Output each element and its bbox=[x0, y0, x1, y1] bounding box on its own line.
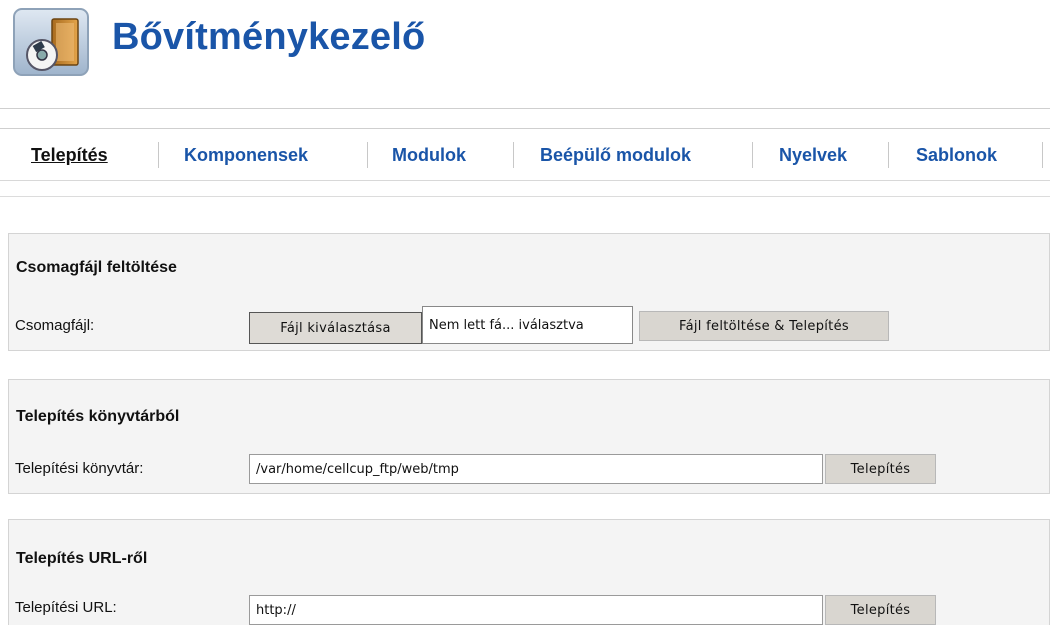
extension-manager-icon bbox=[12, 7, 90, 77]
tab-separator bbox=[158, 142, 159, 168]
tab-separator bbox=[1042, 142, 1043, 168]
page-title: Bővítménykezelő bbox=[112, 16, 426, 58]
header-divider bbox=[0, 108, 1050, 109]
upload-package-panel: Csomagfájl feltöltése Csomagfájl: Fájl k… bbox=[8, 233, 1050, 351]
selected-file-status: Nem lett fá... iválasztva bbox=[422, 306, 633, 344]
tabs-top-divider bbox=[0, 128, 1050, 129]
directory-panel-title: Telepítés könyvtárból bbox=[16, 408, 180, 425]
install-directory-button[interactable]: Telepítés bbox=[825, 454, 936, 484]
package-file-label: Csomagfájl: bbox=[15, 317, 95, 334]
tab-templates[interactable]: Sablonok bbox=[916, 145, 997, 166]
tabs-bottom-divider bbox=[0, 180, 1050, 181]
install-url-button[interactable]: Telepítés bbox=[825, 595, 936, 625]
url-panel-title: Telepítés URL-ről bbox=[16, 550, 148, 567]
upload-install-button[interactable]: Fájl feltöltése & Telepítés bbox=[639, 311, 889, 341]
install-url-panel: Telepítés URL-ről Telepítési URL: Telepí… bbox=[8, 519, 1050, 625]
tab-separator bbox=[752, 142, 753, 168]
tab-separator bbox=[888, 142, 889, 168]
tab-languages[interactable]: Nyelvek bbox=[779, 145, 847, 166]
tab-separator bbox=[513, 142, 514, 168]
tab-components[interactable]: Komponensek bbox=[184, 145, 308, 166]
install-url-label: Telepítési URL: bbox=[15, 599, 117, 616]
install-directory-panel: Telepítés könyvtárból Telepítési könyvtá… bbox=[8, 379, 1050, 494]
extension-tabs: Telepítés Komponensek Modulok Beépülő mo… bbox=[0, 128, 1050, 180]
upload-panel-title: Csomagfájl feltöltése bbox=[16, 259, 177, 276]
tab-install[interactable]: Telepítés bbox=[31, 145, 108, 166]
install-url-input[interactable] bbox=[249, 595, 823, 625]
tab-separator bbox=[367, 142, 368, 168]
choose-file-button[interactable]: Fájl kiválasztása bbox=[249, 312, 422, 344]
tab-modules[interactable]: Modulok bbox=[392, 145, 466, 166]
page-header: Bővítménykezelő bbox=[0, 0, 1050, 108]
install-directory-input[interactable] bbox=[249, 454, 823, 484]
tab-plugins[interactable]: Beépülő modulok bbox=[540, 145, 691, 166]
content-divider bbox=[0, 196, 1050, 197]
install-directory-label: Telepítési könyvtár: bbox=[15, 460, 144, 477]
